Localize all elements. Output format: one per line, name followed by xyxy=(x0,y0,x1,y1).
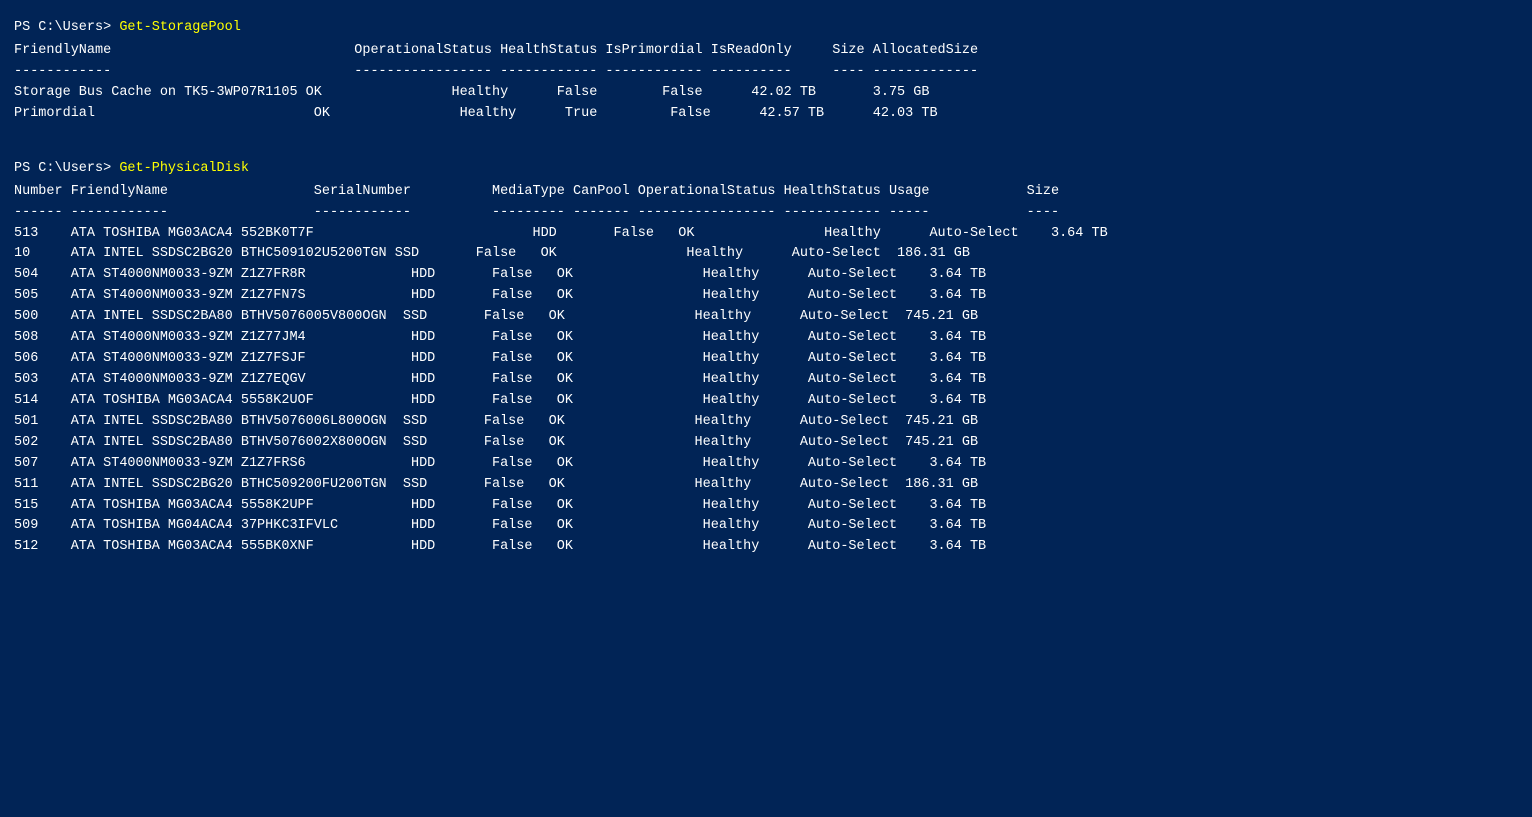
physicaldisk-header: Number FriendlyName SerialNumber MediaTy… xyxy=(14,182,1518,203)
command-2: Get-PhysicalDisk xyxy=(119,161,249,176)
physicaldisk-row-13: 515 ATA TOSHIBA MG03ACA4 5558K2UPF HDD F… xyxy=(14,496,1518,517)
prompt-2: PS C:\Users> xyxy=(14,161,119,176)
storagepool-section: PS C:\Users> Get-StoragePool FriendlyNam… xyxy=(14,20,1518,125)
physicaldisk-row-8: 514 ATA TOSHIBA MG03ACA4 5558K2UOF HDD F… xyxy=(14,391,1518,412)
command-line-1: PS C:\Users> Get-StoragePool xyxy=(14,20,1518,35)
physicaldisk-row-5: 508 ATA ST4000NM0033-9ZM Z1Z77JM4 HDD Fa… xyxy=(14,328,1518,349)
physicaldisk-row-11: 507 ATA ST4000NM0033-9ZM Z1Z7FRS6 HDD Fa… xyxy=(14,454,1518,475)
storagepool-row-0: Storage Bus Cache on TK5-3WP07R1105 OK H… xyxy=(14,83,1518,104)
physicaldisk-row-0: 513 ATA TOSHIBA MG03ACA4 552BK0T7F HDD F… xyxy=(14,224,1518,245)
storagepool-header: FriendlyName OperationalStatus HealthSta… xyxy=(14,41,1518,62)
physicaldisk-separator: ------ ------------ ------------ -------… xyxy=(14,203,1518,224)
command-1: Get-StoragePool xyxy=(119,20,241,35)
physicaldisk-row-2: 504 ATA ST4000NM0033-9ZM Z1Z7FR8R HDD Fa… xyxy=(14,265,1518,286)
physicaldisk-row-7: 503 ATA ST4000NM0033-9ZM Z1Z7EQGV HDD Fa… xyxy=(14,370,1518,391)
spacer-1 xyxy=(14,133,1518,151)
prompt-1: PS C:\Users> xyxy=(14,20,119,35)
physicaldisk-row-15: 512 ATA TOSHIBA MG03ACA4 555BK0XNF HDD F… xyxy=(14,537,1518,558)
physicaldisk-row-9: 501 ATA INTEL SSDSC2BA80 BTHV5076006L800… xyxy=(14,412,1518,433)
terminal-window: PS C:\Users> Get-StoragePool FriendlyNam… xyxy=(14,20,1518,558)
storagepool-output: FriendlyName OperationalStatus HealthSta… xyxy=(14,41,1518,125)
physicaldisk-row-1: 10 ATA INTEL SSDSC2BG20 BTHC509102U5200T… xyxy=(14,244,1518,265)
physicaldisk-output: Number FriendlyName SerialNumber MediaTy… xyxy=(14,182,1518,559)
physicaldisk-row-6: 506 ATA ST4000NM0033-9ZM Z1Z7FSJF HDD Fa… xyxy=(14,349,1518,370)
physicaldisk-row-14: 509 ATA TOSHIBA MG04ACA4 37PHKC3IFVLC HD… xyxy=(14,516,1518,537)
storagepool-row-1: Primordial OK Healthy True False 42.57 T… xyxy=(14,104,1518,125)
physicaldisk-row-12: 511 ATA INTEL SSDSC2BG20 BTHC509200FU200… xyxy=(14,475,1518,496)
physicaldisk-row-4: 500 ATA INTEL SSDSC2BA80 BTHV5076005V800… xyxy=(14,307,1518,328)
physicaldisk-row-10: 502 ATA INTEL SSDSC2BA80 BTHV5076002X800… xyxy=(14,433,1518,454)
command-line-2: PS C:\Users> Get-PhysicalDisk xyxy=(14,161,1518,176)
physicaldisk-row-3: 505 ATA ST4000NM0033-9ZM Z1Z7FN7S HDD Fa… xyxy=(14,286,1518,307)
physicaldisk-section: PS C:\Users> Get-PhysicalDisk Number Fri… xyxy=(14,161,1518,559)
storagepool-separator: ------------ ----------------- ---------… xyxy=(14,62,1518,83)
